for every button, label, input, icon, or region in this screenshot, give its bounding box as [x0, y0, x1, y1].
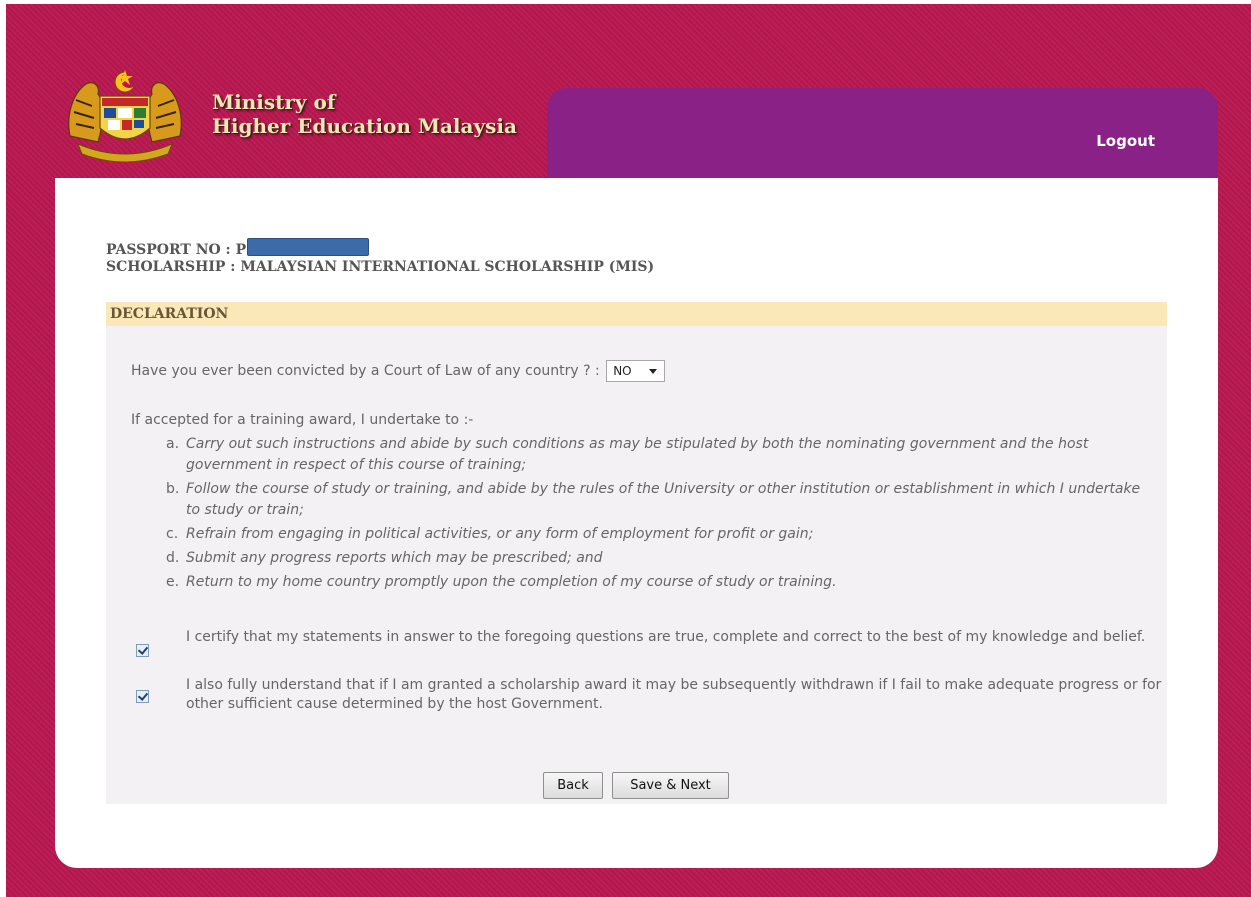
item-text: Carry out such instructions and abide by… — [186, 436, 1089, 473]
undertaking-list: a. Carry out such instructions and abide … — [131, 434, 1141, 596]
item-text: Follow the course of study or training, … — [186, 481, 1141, 518]
understand-withdrawal-checkbox[interactable] — [136, 690, 149, 703]
conviction-question-text: Have you ever been convicted by a Court … — [131, 363, 600, 379]
item-letter: a. — [166, 436, 180, 452]
ministry-line-1: Ministry of — [212, 90, 336, 114]
logout-link[interactable]: Logout — [1096, 132, 1155, 150]
undertaking-intro: If accepted for a training award, I unde… — [131, 412, 474, 428]
list-item: a. Carry out such instructions and abide … — [131, 434, 1141, 476]
chevron-down-icon — [649, 369, 658, 374]
scholarship-value: MALAYSIAN INTERNATIONAL SCHOLARSHIP (MIS… — [240, 259, 655, 275]
item-letter: e. — [166, 574, 180, 590]
page-background: Ministry of Higher Education Malaysia Lo… — [6, 4, 1251, 897]
top-navigation-bar: Logout — [547, 88, 1218, 188]
certify-statements-text: I certify that my statements in answer t… — [186, 629, 1146, 645]
item-text: Return to my home country promptly upon … — [186, 574, 837, 590]
conviction-question: Have you ever been convicted by a Court … — [131, 360, 666, 382]
scholarship-label: SCHOLARSHIP : — [106, 259, 236, 275]
passport-row: PASSPORT NO : P — [106, 238, 654, 259]
malaysia-coat-of-arms-icon — [68, 70, 182, 162]
item-letter: c. — [166, 526, 179, 542]
list-item: c. Refrain from engaging in political act… — [131, 524, 1141, 545]
item-text: Refrain from engaging in political activ… — [186, 526, 814, 542]
ministry-line-2: Higher Education Malaysia — [212, 114, 517, 138]
declaration-section: DECLARATION Have you ever been convicted… — [106, 302, 1167, 804]
conviction-select[interactable]: NO — [606, 360, 666, 382]
scholarship-row: SCHOLARSHIP : MALAYSIAN INTERNATIONAL SC… — [106, 259, 654, 276]
main-content-panel: PASSPORT NO : P SCHOLARSHIP : MALAYSIAN … — [55, 178, 1218, 868]
certify-statements-checkbox[interactable] — [136, 644, 149, 657]
list-item: b. Follow the course of study or training… — [131, 479, 1141, 521]
save-next-button[interactable]: Save & Next — [612, 772, 729, 799]
passport-prefix: P — [235, 242, 247, 258]
item-letter: d. — [166, 550, 180, 566]
declaration-header: DECLARATION — [106, 302, 1167, 326]
applicant-info: PASSPORT NO : P SCHOLARSHIP : MALAYSIAN … — [106, 238, 654, 276]
conviction-select-value: NO — [613, 364, 632, 378]
item-letter: b. — [166, 481, 180, 497]
redacted-passport-number — [247, 238, 370, 256]
ministry-title: Ministry of Higher Education Malaysia — [212, 90, 517, 138]
item-text: Submit any progress reports which may be… — [186, 550, 603, 566]
passport-label: PASSPORT NO : — [106, 242, 231, 258]
list-item: e. Return to my home country promptly upo… — [131, 572, 1141, 593]
understand-withdrawal-text: I also fully understand that if I am gra… — [186, 677, 1162, 712]
back-button[interactable]: Back — [543, 772, 603, 799]
list-item: d. Submit any progress reports which may … — [131, 548, 1141, 569]
